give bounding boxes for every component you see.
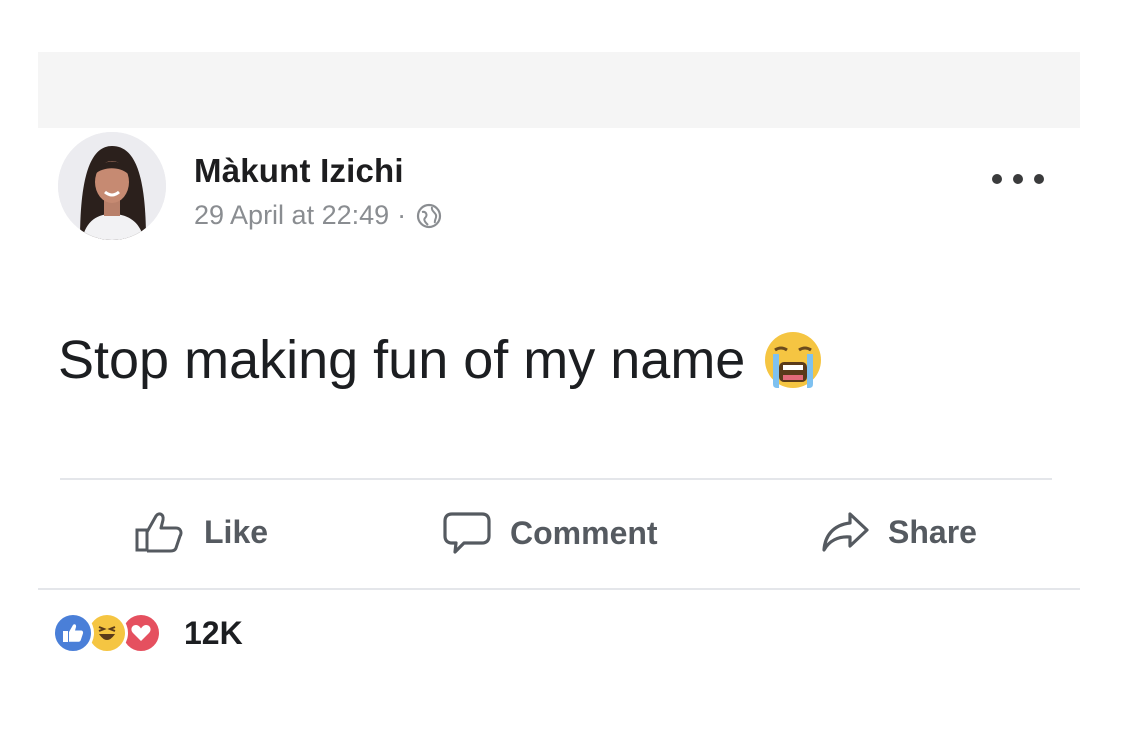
more-options-icon[interactable] bbox=[992, 167, 1044, 191]
comment-icon bbox=[443, 512, 491, 554]
reaction-count[interactable]: 12K bbox=[184, 615, 243, 652]
comment-label: Comment bbox=[510, 514, 658, 551]
globe-icon bbox=[417, 203, 442, 228]
meta-separator: · bbox=[397, 200, 407, 230]
action-bar: Like Comment Share bbox=[60, 480, 1050, 588]
like-button[interactable]: Like bbox=[134, 510, 268, 554]
share-button[interactable]: Share bbox=[820, 510, 977, 554]
divider-bottom bbox=[38, 588, 1080, 590]
share-arrow-icon bbox=[822, 512, 869, 552]
thumbs-up-icon bbox=[135, 512, 183, 553]
dot bbox=[992, 174, 1002, 184]
post-timestamp[interactable]: 29 April at 22:49 bbox=[194, 200, 389, 231]
share-label: Share bbox=[888, 513, 977, 550]
post-body: Stop making fun of my name bbox=[58, 328, 825, 392]
post-meta: 29 April at 22:49 · bbox=[194, 200, 442, 231]
dot bbox=[1034, 174, 1044, 184]
reaction-summary[interactable]: 12K bbox=[52, 612, 243, 654]
dot bbox=[1013, 174, 1023, 184]
avatar[interactable] bbox=[58, 132, 166, 240]
post-text: Stop making fun of my name bbox=[58, 330, 746, 390]
avatar-image bbox=[58, 132, 166, 240]
top-bar bbox=[38, 52, 1080, 128]
like-reaction-icon bbox=[52, 612, 94, 654]
like-label: Like bbox=[204, 513, 269, 550]
comment-button[interactable]: Comment bbox=[442, 510, 658, 556]
loudly-crying-face-emoji bbox=[765, 332, 822, 388]
author-name[interactable]: Màkunt Izichi bbox=[194, 152, 404, 190]
post-header: Màkunt Izichi 29 April at 22:49 · bbox=[58, 132, 1058, 242]
